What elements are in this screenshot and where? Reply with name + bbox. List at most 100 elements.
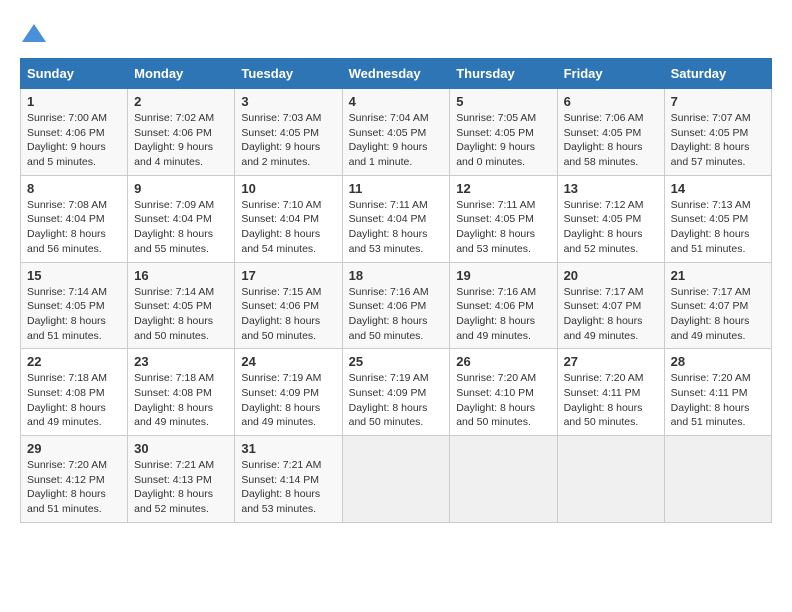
day-cell: 4 Sunrise: 7:04 AMSunset: 4:05 PMDaylight… — [342, 89, 450, 176]
day-info: Sunrise: 7:12 AMSunset: 4:05 PMDaylight:… — [564, 198, 658, 257]
day-info: Sunrise: 7:16 AMSunset: 4:06 PMDaylight:… — [349, 285, 444, 344]
day-cell: 17Sunrise: 7:15 AMSunset: 4:06 PMDayligh… — [235, 262, 342, 349]
day-number: 1 — [27, 94, 121, 109]
day-info: Sunrise: 7:11 AMSunset: 4:04 PMDaylight:… — [349, 198, 444, 257]
calendar-table: SundayMondayTuesdayWednesdayThursdayFrid… — [20, 58, 772, 523]
day-cell: 12 Sunrise: 7:11 AMSunset: 4:05 PMDayligh… — [450, 175, 557, 262]
day-cell: 29Sunrise: 7:20 AMSunset: 4:12 PMDayligh… — [21, 436, 128, 523]
day-number: 31 — [241, 441, 335, 456]
day-number: 7 — [671, 94, 765, 109]
week-row-4: 22 Sunrise: 7:18 AMSunset: 4:08 PMDayligh… — [21, 349, 772, 436]
day-info: Sunrise: 7:02 AMSunset: 4:06 PMDaylight:… — [134, 111, 228, 170]
day-info: Sunrise: 7:07 AMSunset: 4:05 PMDaylight:… — [671, 111, 765, 170]
day-number: 21 — [671, 268, 765, 283]
day-info: Sunrise: 7:03 AMSunset: 4:05 PMDaylight:… — [241, 111, 335, 170]
day-cell: 6Sunrise: 7:06 AMSunset: 4:05 PMDaylight… — [557, 89, 664, 176]
week-row-5: 29Sunrise: 7:20 AMSunset: 4:12 PMDayligh… — [21, 436, 772, 523]
day-info: Sunrise: 7:18 AMSunset: 4:08 PMDaylight:… — [27, 371, 121, 430]
day-info: Sunrise: 7:10 AMSunset: 4:04 PMDaylight:… — [241, 198, 335, 257]
day-cell — [450, 436, 557, 523]
col-header-friday: Friday — [557, 59, 664, 89]
day-cell: 2 Sunrise: 7:02 AMSunset: 4:06 PMDaylight… — [128, 89, 235, 176]
day-cell: 28 Sunrise: 7:20 AMSunset: 4:11 PMDayligh… — [664, 349, 771, 436]
day-cell — [342, 436, 450, 523]
day-cell: 9Sunrise: 7:09 AMSunset: 4:04 PMDaylight… — [128, 175, 235, 262]
day-info: Sunrise: 7:00 AMSunset: 4:06 PMDaylight:… — [27, 111, 121, 170]
day-number: 3 — [241, 94, 335, 109]
day-info: Sunrise: 7:16 AMSunset: 4:06 PMDaylight:… — [456, 285, 550, 344]
day-cell: 31 Sunrise: 7:21 AMSunset: 4:14 PMDayligh… — [235, 436, 342, 523]
day-cell: 7 Sunrise: 7:07 AMSunset: 4:05 PMDaylight… — [664, 89, 771, 176]
day-cell: 20 Sunrise: 7:17 AMSunset: 4:07 PMDayligh… — [557, 262, 664, 349]
day-cell: 5 Sunrise: 7:05 AMSunset: 4:05 PMDaylight… — [450, 89, 557, 176]
day-cell: 13 Sunrise: 7:12 AMSunset: 4:05 PMDayligh… — [557, 175, 664, 262]
day-cell: 30Sunrise: 7:21 AMSunset: 4:13 PMDayligh… — [128, 436, 235, 523]
col-header-tuesday: Tuesday — [235, 59, 342, 89]
day-info: Sunrise: 7:17 AMSunset: 4:07 PMDaylight:… — [671, 285, 765, 344]
col-header-wednesday: Wednesday — [342, 59, 450, 89]
day-number: 2 — [134, 94, 228, 109]
day-info: Sunrise: 7:14 AMSunset: 4:05 PMDaylight:… — [27, 285, 121, 344]
day-info: Sunrise: 7:05 AMSunset: 4:05 PMDaylight:… — [456, 111, 550, 170]
day-number: 29 — [27, 441, 121, 456]
day-info: Sunrise: 7:20 AMSunset: 4:11 PMDaylight:… — [671, 371, 765, 430]
day-number: 18 — [349, 268, 444, 283]
day-cell: 3 Sunrise: 7:03 AMSunset: 4:05 PMDaylight… — [235, 89, 342, 176]
day-info: Sunrise: 7:21 AMSunset: 4:14 PMDaylight:… — [241, 458, 335, 517]
day-number: 25 — [349, 354, 444, 369]
day-number: 5 — [456, 94, 550, 109]
day-cell: 21 Sunrise: 7:17 AMSunset: 4:07 PMDayligh… — [664, 262, 771, 349]
day-cell: 22 Sunrise: 7:18 AMSunset: 4:08 PMDayligh… — [21, 349, 128, 436]
day-info: Sunrise: 7:19 AMSunset: 4:09 PMDaylight:… — [241, 371, 335, 430]
day-info: Sunrise: 7:04 AMSunset: 4:05 PMDaylight:… — [349, 111, 444, 170]
day-cell: 26Sunrise: 7:20 AMSunset: 4:10 PMDayligh… — [450, 349, 557, 436]
day-number: 10 — [241, 181, 335, 196]
week-row-1: 1 Sunrise: 7:00 AMSunset: 4:06 PMDaylight… — [21, 89, 772, 176]
day-number: 13 — [564, 181, 658, 196]
day-info: Sunrise: 7:17 AMSunset: 4:07 PMDaylight:… — [564, 285, 658, 344]
day-info: Sunrise: 7:20 AMSunset: 4:11 PMDaylight:… — [564, 371, 658, 430]
day-number: 15 — [27, 268, 121, 283]
logo — [20, 20, 52, 48]
day-number: 4 — [349, 94, 444, 109]
day-number: 16 — [134, 268, 228, 283]
day-cell: 10 Sunrise: 7:10 AMSunset: 4:04 PMDayligh… — [235, 175, 342, 262]
day-info: Sunrise: 7:15 AMSunset: 4:06 PMDaylight:… — [241, 285, 335, 344]
logo-icon — [20, 20, 48, 48]
week-row-2: 8 Sunrise: 7:08 AMSunset: 4:04 PMDaylight… — [21, 175, 772, 262]
col-header-saturday: Saturday — [664, 59, 771, 89]
day-number: 11 — [349, 181, 444, 196]
day-number: 30 — [134, 441, 228, 456]
day-number: 23 — [134, 354, 228, 369]
day-info: Sunrise: 7:13 AMSunset: 4:05 PMDaylight:… — [671, 198, 765, 257]
day-cell: 15 Sunrise: 7:14 AMSunset: 4:05 PMDayligh… — [21, 262, 128, 349]
day-cell: 16 Sunrise: 7:14 AMSunset: 4:05 PMDayligh… — [128, 262, 235, 349]
day-info: Sunrise: 7:14 AMSunset: 4:05 PMDaylight:… — [134, 285, 228, 344]
day-info: Sunrise: 7:19 AMSunset: 4:09 PMDaylight:… — [349, 371, 444, 430]
day-number: 22 — [27, 354, 121, 369]
day-number: 6 — [564, 94, 658, 109]
day-cell — [557, 436, 664, 523]
day-cell: 1 Sunrise: 7:00 AMSunset: 4:06 PMDaylight… — [21, 89, 128, 176]
day-info: Sunrise: 7:18 AMSunset: 4:08 PMDaylight:… — [134, 371, 228, 430]
day-number: 20 — [564, 268, 658, 283]
day-number: 12 — [456, 181, 550, 196]
col-header-sunday: Sunday — [21, 59, 128, 89]
day-cell: 25 Sunrise: 7:19 AMSunset: 4:09 PMDayligh… — [342, 349, 450, 436]
header-row: SundayMondayTuesdayWednesdayThursdayFrid… — [21, 59, 772, 89]
day-info: Sunrise: 7:11 AMSunset: 4:05 PMDaylight:… — [456, 198, 550, 257]
day-info: Sunrise: 7:20 AMSunset: 4:10 PMDaylight:… — [456, 371, 550, 430]
day-number: 8 — [27, 181, 121, 196]
day-number: 14 — [671, 181, 765, 196]
day-number: 9 — [134, 181, 228, 196]
day-cell: 11 Sunrise: 7:11 AMSunset: 4:04 PMDayligh… — [342, 175, 450, 262]
day-number: 19 — [456, 268, 550, 283]
day-cell: 18 Sunrise: 7:16 AMSunset: 4:06 PMDayligh… — [342, 262, 450, 349]
day-cell — [664, 436, 771, 523]
day-cell: 8 Sunrise: 7:08 AMSunset: 4:04 PMDaylight… — [21, 175, 128, 262]
day-info: Sunrise: 7:08 AMSunset: 4:04 PMDaylight:… — [27, 198, 121, 257]
day-cell: 19 Sunrise: 7:16 AMSunset: 4:06 PMDayligh… — [450, 262, 557, 349]
day-cell: 27 Sunrise: 7:20 AMSunset: 4:11 PMDayligh… — [557, 349, 664, 436]
day-number: 27 — [564, 354, 658, 369]
day-number: 28 — [671, 354, 765, 369]
